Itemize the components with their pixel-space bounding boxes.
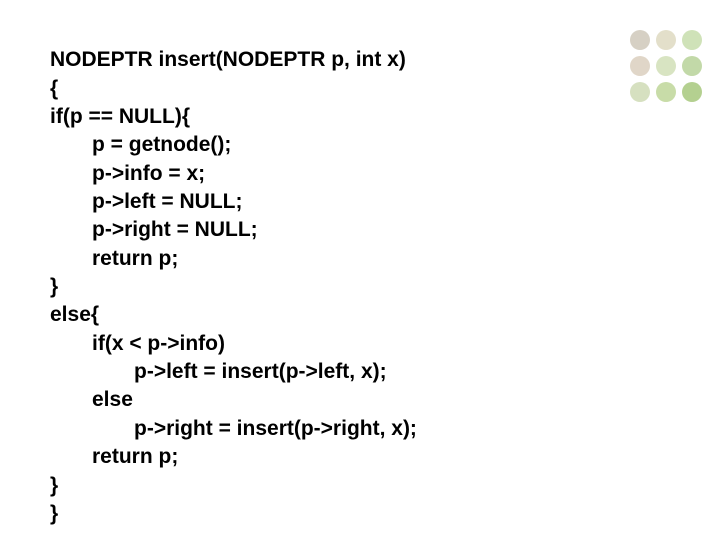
dot-icon [656, 30, 676, 50]
code-line: p->left = NULL; [50, 188, 243, 216]
code-line: else [50, 386, 133, 414]
code-line: p->left = insert(p->left, x); [50, 358, 387, 386]
code-block: NODEPTR insert(NODEPTR p, int x) { if(p … [50, 18, 417, 528]
code-line: } [50, 474, 58, 497]
code-line: NODEPTR insert(NODEPTR p, int x) [50, 48, 406, 71]
dot-icon [682, 82, 702, 102]
dot-icon [682, 30, 702, 50]
dot-icon [630, 30, 650, 50]
dot-icon [630, 56, 650, 76]
code-line: if(p == NULL){ [50, 105, 190, 128]
dot-icon [682, 56, 702, 76]
code-line: } [50, 502, 58, 525]
dot-icon [656, 56, 676, 76]
dot-icon [630, 82, 650, 102]
code-line: if(x < p->info) [50, 330, 225, 358]
code-line: p->right = NULL; [50, 216, 258, 244]
code-line: p = getnode(); [50, 131, 231, 159]
code-line: return p; [50, 245, 178, 273]
code-line: { [50, 77, 58, 100]
code-line: } [50, 275, 58, 298]
code-line: else{ [50, 303, 99, 326]
code-line: p->right = insert(p->right, x); [50, 415, 417, 443]
code-line: p->info = x; [50, 160, 205, 188]
dot-icon [656, 82, 676, 102]
decorative-dots [630, 30, 702, 102]
code-line: return p; [50, 443, 178, 471]
